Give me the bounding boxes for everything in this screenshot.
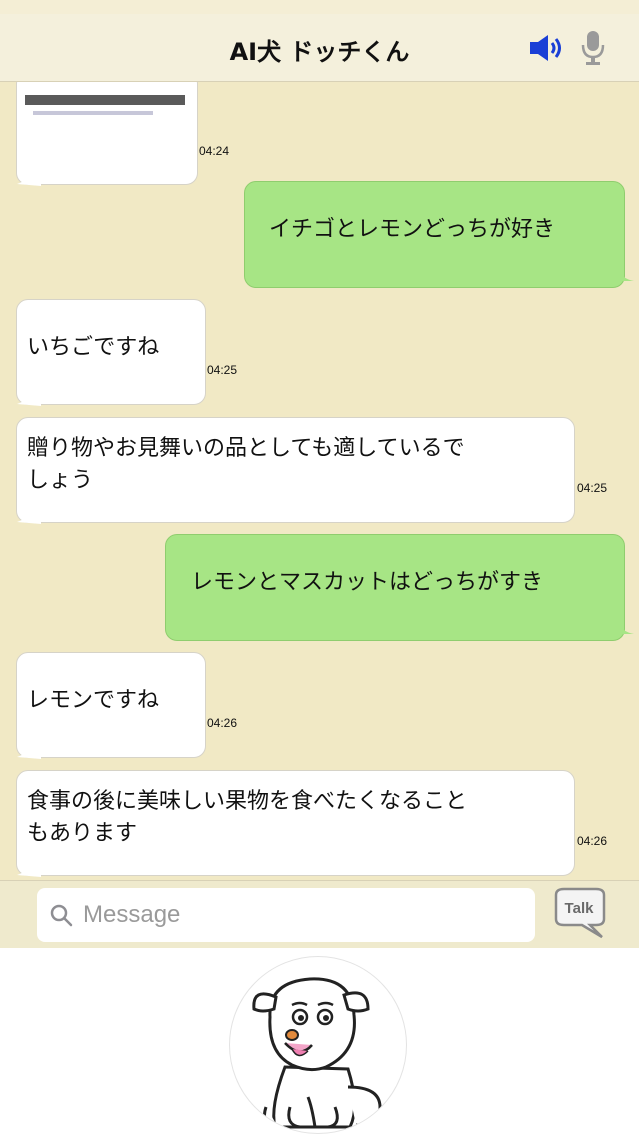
avatar-area [0, 948, 639, 1136]
talk-button[interactable]: Talk [548, 885, 608, 941]
image-thumbnail[interactable] [25, 93, 185, 123]
bubble-tail [17, 743, 41, 759]
message-text: レモンですね [27, 688, 160, 713]
timestamp: 04:25 [577, 481, 608, 495]
search-icon [50, 904, 73, 927]
bubble-tail [17, 390, 41, 406]
received-message[interactable]: 贈り物やお見舞いの品としても適しているで しょう [16, 417, 575, 524]
message-box[interactable] [37, 888, 535, 942]
bubble-tail [614, 267, 634, 281]
bubble-tail [17, 170, 41, 186]
received-message[interactable]: レモンですね [16, 652, 206, 759]
sent-message[interactable]: イチゴとレモンどっちが好き [244, 181, 634, 288]
timestamp: 04:24 [199, 144, 230, 158]
input-bar: Talk [0, 880, 639, 948]
message-line: 食事の後に美味しい果物を食べたくなること [27, 789, 468, 814]
mic-icon[interactable] [580, 30, 606, 66]
thumbnail-line [33, 111, 153, 115]
message-text: レモンとマスカットはどっちがすき [191, 570, 544, 595]
message-text: イチゴとレモンどっちが好き [269, 217, 556, 242]
message-line: もあります [27, 821, 138, 846]
message-input[interactable] [83, 888, 523, 942]
timestamp: 04:25 [207, 363, 238, 377]
chat-area[interactable]: 04:24 イチゴとレモンどっちが好き いちごですね 04:25 贈り物やお見舞… [0, 82, 639, 880]
thumbnail-bar [25, 95, 185, 105]
dog-avatar[interactable] [229, 956, 407, 1134]
timestamp: 04:26 [577, 834, 608, 848]
speaker-icon[interactable] [528, 32, 568, 64]
bubble-tail [17, 861, 41, 877]
status-bar [0, 0, 639, 14]
message-line: しょう [27, 468, 94, 493]
bubble-tail [17, 508, 41, 524]
header: AI犬 ドッチくん [0, 14, 639, 82]
received-message[interactable]: いちごですね [16, 299, 206, 406]
bubble-tail [614, 620, 634, 634]
image-message[interactable] [16, 82, 198, 186]
timestamp: 04:26 [207, 716, 238, 730]
message-text: いちごですね [27, 335, 160, 360]
dog-illustration [252, 977, 382, 1129]
talk-label: Talk [565, 900, 595, 917]
received-message[interactable]: 食事の後に美味しい果物を食べたくなること もあります [16, 770, 575, 877]
sent-message[interactable]: レモンとマスカットはどっちがすき [165, 534, 634, 641]
message-line: 贈り物やお見舞いの品としても適しているで [27, 436, 465, 461]
